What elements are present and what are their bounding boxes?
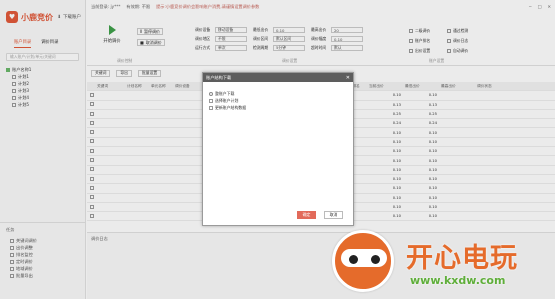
option-update-structure[interactable]: 更新账户结构数据 bbox=[209, 104, 347, 111]
confirm-button[interactable]: 确定 bbox=[297, 211, 316, 219]
download-dialog: 账户结构下载 ✕ 整账户下载 选择账户计划 更新账户结构数据 确定 取消 bbox=[202, 72, 354, 226]
checkbox[interactable] bbox=[209, 105, 213, 110]
option-label: 整账户下载 bbox=[215, 90, 235, 96]
watermark: 开心电玩 www.kxdw.com bbox=[328, 228, 554, 298]
dialog-title-bar: 账户结构下载 ✕ bbox=[203, 73, 353, 82]
watermark-url: www.kxdw.com bbox=[410, 274, 506, 287]
watermark-mascot-icon bbox=[332, 230, 394, 292]
option-select-plan[interactable]: 选择账户计划 bbox=[209, 97, 347, 104]
dialog-body: 整账户下载 选择账户计划 更新账户结构数据 bbox=[203, 82, 353, 119]
option-full-account[interactable]: 整账户下载 bbox=[209, 90, 347, 97]
radio-button[interactable] bbox=[209, 91, 213, 96]
dialog-title: 账户结构下载 bbox=[206, 74, 232, 80]
option-label: 选择账户计划 bbox=[215, 97, 239, 103]
close-icon[interactable]: ✕ bbox=[346, 75, 350, 81]
option-label: 更新账户结构数据 bbox=[215, 104, 247, 110]
checkbox[interactable] bbox=[209, 98, 213, 103]
dialog-footer: 确定 取消 bbox=[297, 211, 343, 219]
cancel-button[interactable]: 取消 bbox=[324, 211, 343, 219]
watermark-text: 开心电玩 bbox=[406, 243, 518, 274]
app-window: ♥ 小鹿竞价 ⬇ 下载账户 账户目录 调价目录 输入账户/计划/单元/关键词 账… bbox=[0, 0, 555, 299]
